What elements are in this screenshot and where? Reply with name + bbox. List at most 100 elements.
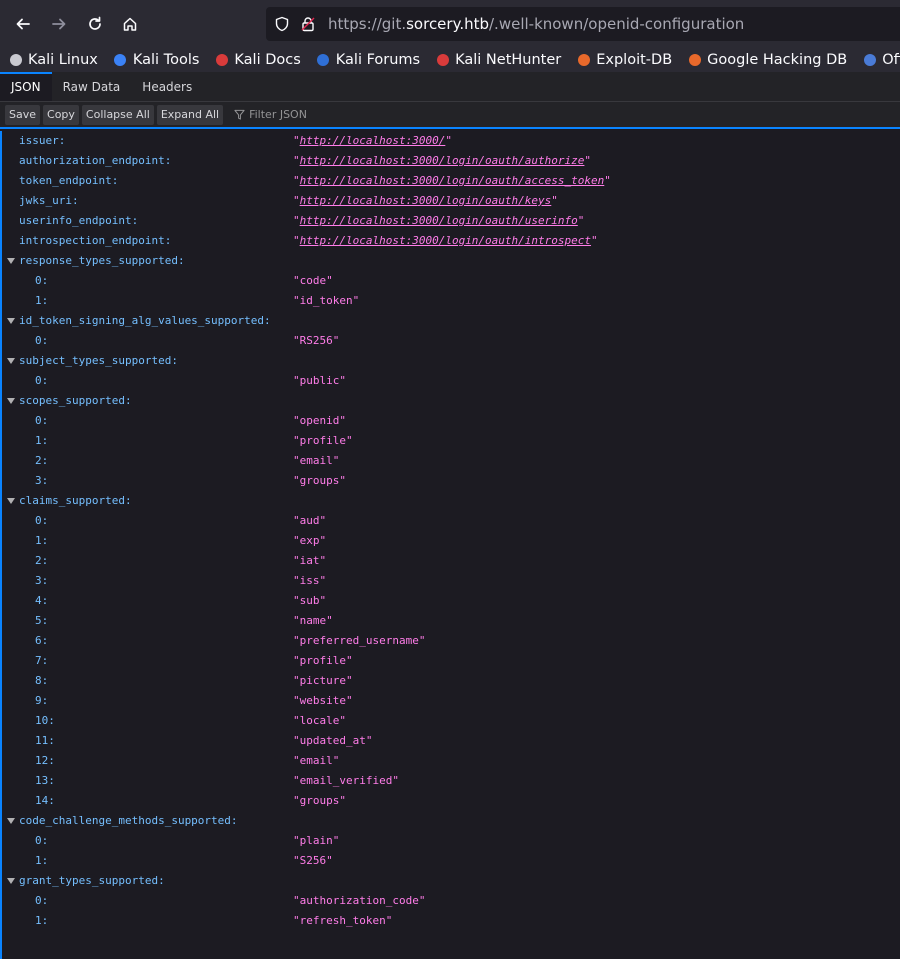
json-row: 0: "aud" (2, 511, 900, 531)
json-value: "email" (293, 454, 340, 467)
json-row: token_endpoint: "http://localhost:3000/lo… (2, 171, 900, 191)
bookmarks-bar: Kali Linux Kali Tools Kali Docs Kali Forums… (0, 48, 900, 72)
bookmark-kali-docs[interactable]: Kali Docs (214, 52, 301, 68)
json-row: 5: "name" (2, 611, 900, 631)
expand-toggle-icon[interactable] (7, 878, 15, 884)
json-key: 0: (35, 414, 49, 427)
json-value-text: name (299, 614, 327, 627)
json-value-link[interactable]: http://localhost:3000/login/oauth/access… (300, 174, 605, 187)
shield-icon[interactable] (274, 16, 290, 32)
json-value-link[interactable]: http://localhost:3000/login/oauth/userin… (300, 214, 578, 227)
json-key: 5: (35, 614, 49, 627)
bookmark-label: Kali Tools (132, 52, 200, 68)
expand-all-button[interactable]: Expand All (156, 104, 224, 125)
tab-headers[interactable]: Headers (131, 72, 203, 101)
json-value[interactable]: "http://localhost:3000/login/oauth/autho… (293, 151, 591, 171)
json-row: 9: "website" (2, 691, 900, 711)
json-tree: issuer: "http://localhost:3000/" authoriza… (0, 131, 900, 959)
json-group-row[interactable]: grant_types_supported: (2, 871, 900, 891)
json-key: introspection_endpoint: (19, 234, 172, 247)
json-value-text: RS256 (299, 334, 333, 347)
home-icon[interactable] (115, 9, 145, 39)
json-row: 1: "exp" (2, 531, 900, 551)
json-key: 11: (35, 734, 55, 747)
json-value-text: email_verified (299, 774, 393, 787)
json-value[interactable]: "http://localhost:3000/login/oauth/intro… (293, 231, 598, 251)
url-bar[interactable]: https://git.sorcery.htb/.well-known/open… (266, 7, 900, 41)
bookmark-kali-nethunter[interactable]: Kali NetHunter (435, 52, 561, 68)
json-key: 1: (35, 434, 49, 447)
json-row: 0: "public" (2, 371, 900, 391)
json-key: userinfo_endpoint: (19, 214, 139, 227)
json-value[interactable]: "http://localhost:3000/login/oauth/keys" (293, 191, 558, 211)
json-group-row[interactable]: id_token_signing_alg_values_supported: (2, 311, 900, 331)
expand-toggle-icon[interactable] (7, 398, 15, 404)
filter-icon (234, 109, 245, 120)
expand-toggle-icon[interactable] (7, 318, 15, 324)
json-group-row[interactable]: code_challenge_methods_supported: (2, 811, 900, 831)
json-value[interactable]: "http://localhost:3000/login/oauth/useri… (293, 211, 584, 231)
expand-toggle-icon[interactable] (7, 358, 15, 364)
json-group-row[interactable]: subject_types_supported: (2, 351, 900, 371)
json-row: 3: "iss" (2, 571, 900, 591)
json-value-text: code (299, 274, 327, 287)
back-arrow-icon[interactable] (8, 9, 38, 39)
tab-json[interactable]: JSON (0, 72, 52, 101)
bookmark-kali-linux[interactable]: Kali Linux (8, 52, 98, 68)
expand-toggle-icon[interactable] (7, 258, 15, 264)
expand-toggle-icon[interactable] (7, 498, 15, 504)
bookmark-kali-forums[interactable]: Kali Forums (316, 52, 420, 68)
json-value: "code" (293, 274, 333, 287)
json-value: "picture" (293, 674, 353, 687)
json-key: 2: (35, 454, 49, 467)
json-group-row[interactable]: claims_supported: (2, 491, 900, 511)
json-group-row[interactable]: scopes_supported: (2, 391, 900, 411)
json-value: "iss" (293, 574, 327, 587)
json-value[interactable]: "http://localhost:3000/login/oauth/acces… (293, 171, 611, 191)
json-key: claims_supported: (19, 494, 132, 507)
bookmark-exploit-db[interactable]: Exploit-DB (576, 52, 672, 68)
bookmark-kali-tools[interactable]: Kali Tools (113, 52, 200, 68)
bookmark-offsec[interactable]: OffSec (862, 52, 900, 68)
json-row: 8: "picture" (2, 671, 900, 691)
json-key: scopes_supported: (19, 394, 132, 407)
json-group-row[interactable]: response_types_supported: (2, 251, 900, 271)
json-value-text: sub (299, 594, 320, 607)
json-row: 2: "email" (2, 451, 900, 471)
json-key: 1: (35, 854, 49, 867)
json-value: "iat" (293, 554, 327, 567)
json-key: 1: (35, 294, 49, 307)
json-value[interactable]: "http://localhost:3000/" (293, 131, 452, 151)
tab-raw-data[interactable]: Raw Data (52, 72, 132, 101)
json-value-link[interactable]: http://localhost:3000/login/oauth/keys (300, 194, 552, 207)
json-row: 0: "openid" (2, 411, 900, 431)
json-key: issuer: (19, 134, 66, 147)
reload-icon[interactable] (80, 9, 110, 39)
json-value: "authorization_code" (293, 894, 426, 907)
filter-json-input[interactable]: Filter JSON (234, 108, 307, 121)
save-button[interactable]: Save (5, 104, 41, 125)
json-value-text: refresh_token (299, 914, 386, 927)
json-row: 1: "profile" (2, 431, 900, 451)
json-value-link[interactable]: http://localhost:3000/login/oauth/intros… (300, 234, 591, 247)
bookmark-google-hacking-db[interactable]: Google Hacking DB (687, 52, 847, 68)
json-value: "groups" (293, 794, 346, 807)
json-value: "public" (293, 374, 346, 387)
json-value-link[interactable]: http://localhost:3000/login/oauth/author… (300, 154, 585, 167)
json-key: 14: (35, 794, 55, 807)
forward-arrow-icon[interactable] (44, 9, 74, 39)
url-text[interactable]: https://git.sorcery.htb/.well-known/open… (328, 15, 744, 33)
json-key: 0: (35, 514, 49, 527)
json-value: "aud" (293, 514, 327, 527)
json-key: 13: (35, 774, 55, 787)
json-value-link[interactable]: http://localhost:3000/ (300, 134, 446, 147)
json-viewer-tabs: JSON Raw Data Headers (0, 72, 900, 102)
json-value-text: openid (299, 414, 340, 427)
lock-icon[interactable] (300, 16, 316, 32)
json-row: 6: "preferred_username" (2, 631, 900, 651)
json-row: 1: "id_token" (2, 291, 900, 311)
collapse-all-button[interactable]: Collapse All (81, 104, 154, 125)
json-value: "id_token" (293, 294, 360, 307)
copy-button[interactable]: Copy (43, 104, 79, 125)
expand-toggle-icon[interactable] (7, 818, 15, 824)
